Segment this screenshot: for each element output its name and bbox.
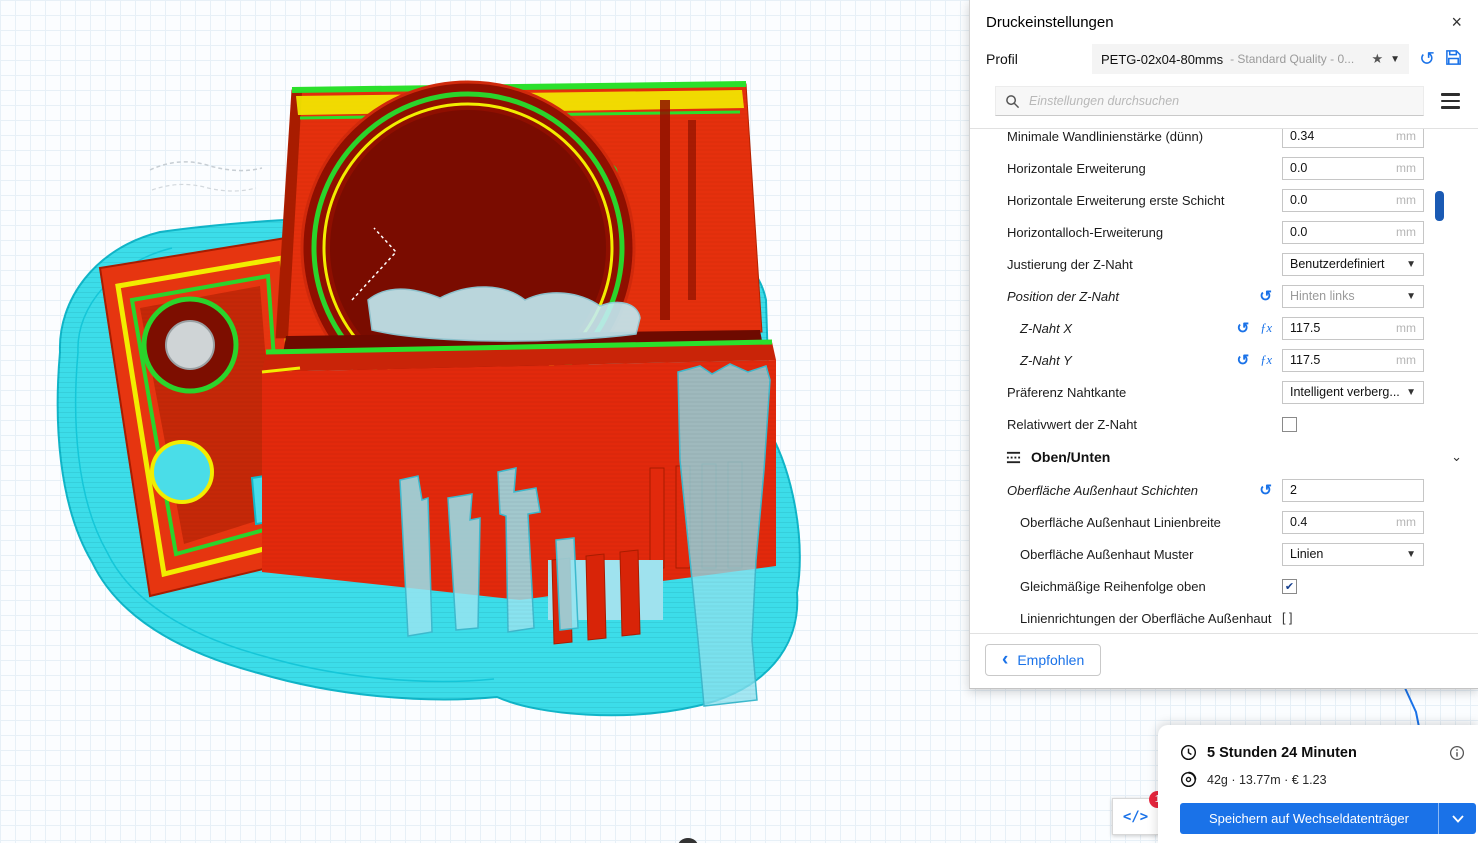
reset-profile-icon[interactable]: ↺ xyxy=(1419,50,1435,69)
settings-list: Minimale Wandlinienstärke (dünn) 0.34 mm… xyxy=(970,128,1478,633)
chevron-down-icon[interactable] xyxy=(1438,803,1476,834)
profile-dropdown[interactable]: PETG-02x04-80mms - Standard Quality - 0.… xyxy=(1092,44,1410,74)
clock-icon xyxy=(1180,744,1197,761)
setting-row-horizontale-erweiterung-erste-schicht: Horizontale Erweiterung erste Schicht 0.… xyxy=(970,184,1478,216)
post-processing-button[interactable]: </> 1 xyxy=(1112,791,1166,835)
top-bottom-icon xyxy=(1006,450,1021,465)
profile-name: PETG-02x04-80mms xyxy=(1101,51,1224,67)
chevron-down-icon: ▼ xyxy=(1406,258,1416,270)
setting-row-oberflaeche-aussenhaut-muster: Oberfläche Außenhaut Muster Linien ▼ xyxy=(970,538,1478,570)
material-icon xyxy=(1180,771,1197,788)
setting-label: Horizontale Erweiterung erste Schicht xyxy=(1007,192,1225,208)
chevron-down-icon[interactable]: ⌄ xyxy=(1451,449,1462,465)
print-stats-card: 5 Stunden 24 Minuten 42g · 13.77m · € 1.… xyxy=(1158,725,1478,843)
profile-label: Profil xyxy=(986,51,1018,67)
setting-label: Gleichmäßige Reihenfolge oben xyxy=(1020,578,1206,594)
setting-input[interactable]: 2 xyxy=(1282,478,1424,502)
setting-row-horizontale-erweiterung: Horizontale Erweiterung 0.0 mm xyxy=(970,152,1478,184)
function-icon[interactable]: ƒx xyxy=(1260,321,1272,336)
setting-label: Minimale Wandlinienstärke (dünn) xyxy=(1007,128,1204,144)
material-usage-row: 42g · 13.77m · € 1.23 xyxy=(1158,766,1478,793)
setting-dropdown[interactable]: Benutzerdefiniert ▼ xyxy=(1282,252,1424,276)
setting-label: Horizontalloch-Erweiterung xyxy=(1007,224,1164,240)
chevron-down-icon: ▼ xyxy=(1406,386,1416,398)
panel-footer: ‹ Empfohlen xyxy=(970,633,1478,688)
section-title: Oben/Unten xyxy=(1031,449,1111,465)
setting-dropdown[interactable]: Linien ▼ xyxy=(1282,542,1424,566)
menu-icon[interactable] xyxy=(1439,91,1462,111)
setting-label: Präferenz Nahtkante xyxy=(1007,384,1127,400)
setting-row-z-naht-y: Z-Naht Y ↺ ƒx 117.5 mm xyxy=(970,344,1478,376)
setting-row-horizontalloch-erweiterung: Horizontalloch-Erweiterung 0.0 mm xyxy=(970,216,1478,248)
save-profile-icon[interactable] xyxy=(1445,49,1462,70)
setting-input[interactable]: 0.0 mm xyxy=(1282,188,1424,212)
setting-label: Horizontale Erweiterung xyxy=(1007,160,1146,176)
recommended-mode-button[interactable]: ‹ Empfohlen xyxy=(985,644,1102,676)
close-icon[interactable]: × xyxy=(1451,13,1462,31)
search-box[interactable] xyxy=(995,86,1424,116)
reset-icon[interactable]: ↺ xyxy=(1237,321,1250,336)
setting-checkbox[interactable]: ✔ xyxy=(1282,578,1297,594)
setting-dropdown[interactable]: Hinten links ▼ xyxy=(1282,284,1424,308)
setting-row-z-naht-x: Z-Naht X ↺ ƒx 117.5 mm xyxy=(970,312,1478,344)
setting-checkbox[interactable] xyxy=(1282,416,1297,432)
search-row xyxy=(970,84,1478,128)
setting-label: Oberfläche Außenhaut Muster xyxy=(1020,546,1194,562)
reset-icon[interactable]: ↺ xyxy=(1237,353,1250,368)
setting-row-relativwert-z-naht: Relativwert der Z-Naht xyxy=(970,408,1478,440)
ghost-sketch xyxy=(149,161,263,192)
setting-label: Z-Naht X xyxy=(1020,320,1073,336)
setting-dropdown[interactable]: Intelligent verberg... ▼ xyxy=(1282,380,1424,404)
print-time-row: 5 Stunden 24 Minuten xyxy=(1158,739,1478,766)
print-settings-panel: Druckeinstellungen × Profil PETG-02x04-8… xyxy=(969,0,1478,689)
setting-value[interactable]: [ ] xyxy=(1282,611,1292,625)
profile-suffix: - Standard Quality - 0... xyxy=(1230,52,1355,66)
setting-row-minimale-wandlinienstaerke: Minimale Wandlinienstärke (dünn) 0.34 mm xyxy=(970,128,1478,152)
reset-icon[interactable]: ↺ xyxy=(1259,483,1272,498)
search-icon xyxy=(1005,94,1020,109)
setting-label: Oberfläche Außenhaut Schichten xyxy=(1007,482,1199,498)
profile-row: Profil PETG-02x04-80mms - Standard Quali… xyxy=(970,40,1478,84)
setting-input[interactable]: 0.0 mm xyxy=(1282,220,1424,244)
setting-input[interactable]: 0.4 mm xyxy=(1282,510,1424,534)
info-icon[interactable] xyxy=(1449,745,1465,761)
section-oben-unten[interactable]: Oben/Unten ⌄ xyxy=(970,440,1478,474)
chevron-down-icon: ▼ xyxy=(1406,548,1416,560)
search-input[interactable] xyxy=(1029,94,1414,108)
setting-input[interactable]: 117.5 mm xyxy=(1282,348,1424,372)
code-icon: </> xyxy=(1122,808,1149,825)
panel-title: Druckeinstellungen xyxy=(986,13,1114,31)
setting-label: Relativwert der Z-Naht xyxy=(1007,416,1138,432)
setting-row-linienrichtungen: Linienrichtungen der Oberfläche Außenhau… xyxy=(970,602,1478,633)
setting-label: Justierung der Z-Naht xyxy=(1007,256,1133,272)
setting-input[interactable]: 117.5 mm xyxy=(1282,316,1424,340)
setting-row-oberflaeche-aussenhaut-linienbreite: Oberfläche Außenhaut Linienbreite 0.4 mm xyxy=(970,506,1478,538)
setting-label: Oberfläche Außenhaut Linienbreite xyxy=(1020,514,1221,530)
chevron-down-icon: ▼ xyxy=(1406,290,1416,302)
setting-label: Linienrichtungen der Oberfläche Außenhau… xyxy=(1020,610,1272,626)
setting-row-justierung-z-naht: Justierung der Z-Naht Benutzerdefiniert … xyxy=(970,248,1478,280)
save-to-removable-drive-button[interactable]: Speichern auf Wechseldatenträger xyxy=(1180,803,1476,834)
function-icon[interactable]: ƒx xyxy=(1260,353,1272,368)
reset-icon[interactable]: ↺ xyxy=(1259,289,1272,304)
setting-row-gleichmaessige-reihenfolge-oben: Gleichmäßige Reihenfolge oben ✔ xyxy=(970,570,1478,602)
setting-label: Position der Z-Naht xyxy=(1007,288,1119,304)
setting-input[interactable]: 0.0 mm xyxy=(1282,156,1424,180)
print-time: 5 Stunden 24 Minuten xyxy=(1207,744,1357,761)
scrollbar-thumb[interactable] xyxy=(1435,191,1444,221)
star-icon[interactable]: ★ xyxy=(1372,51,1384,67)
chevron-down-icon: ▼ xyxy=(1390,53,1401,65)
setting-row-oberflaeche-aussenhaut-schichten: Oberfläche Außenhaut Schichten ↺ 2 xyxy=(970,474,1478,506)
setting-row-praeferenz-nahtkante: Präferenz Nahtkante Intelligent verberg.… xyxy=(970,376,1478,408)
setting-label: Z-Naht Y xyxy=(1020,352,1072,368)
material-usage: 42g · 13.77m · € 1.23 xyxy=(1207,772,1327,787)
setting-row-position-z-naht: Position der Z-Naht ↺ Hinten links ▼ xyxy=(970,280,1478,312)
panel-header: Druckeinstellungen × xyxy=(970,0,1478,40)
setting-input[interactable]: 0.34 mm xyxy=(1282,129,1424,148)
